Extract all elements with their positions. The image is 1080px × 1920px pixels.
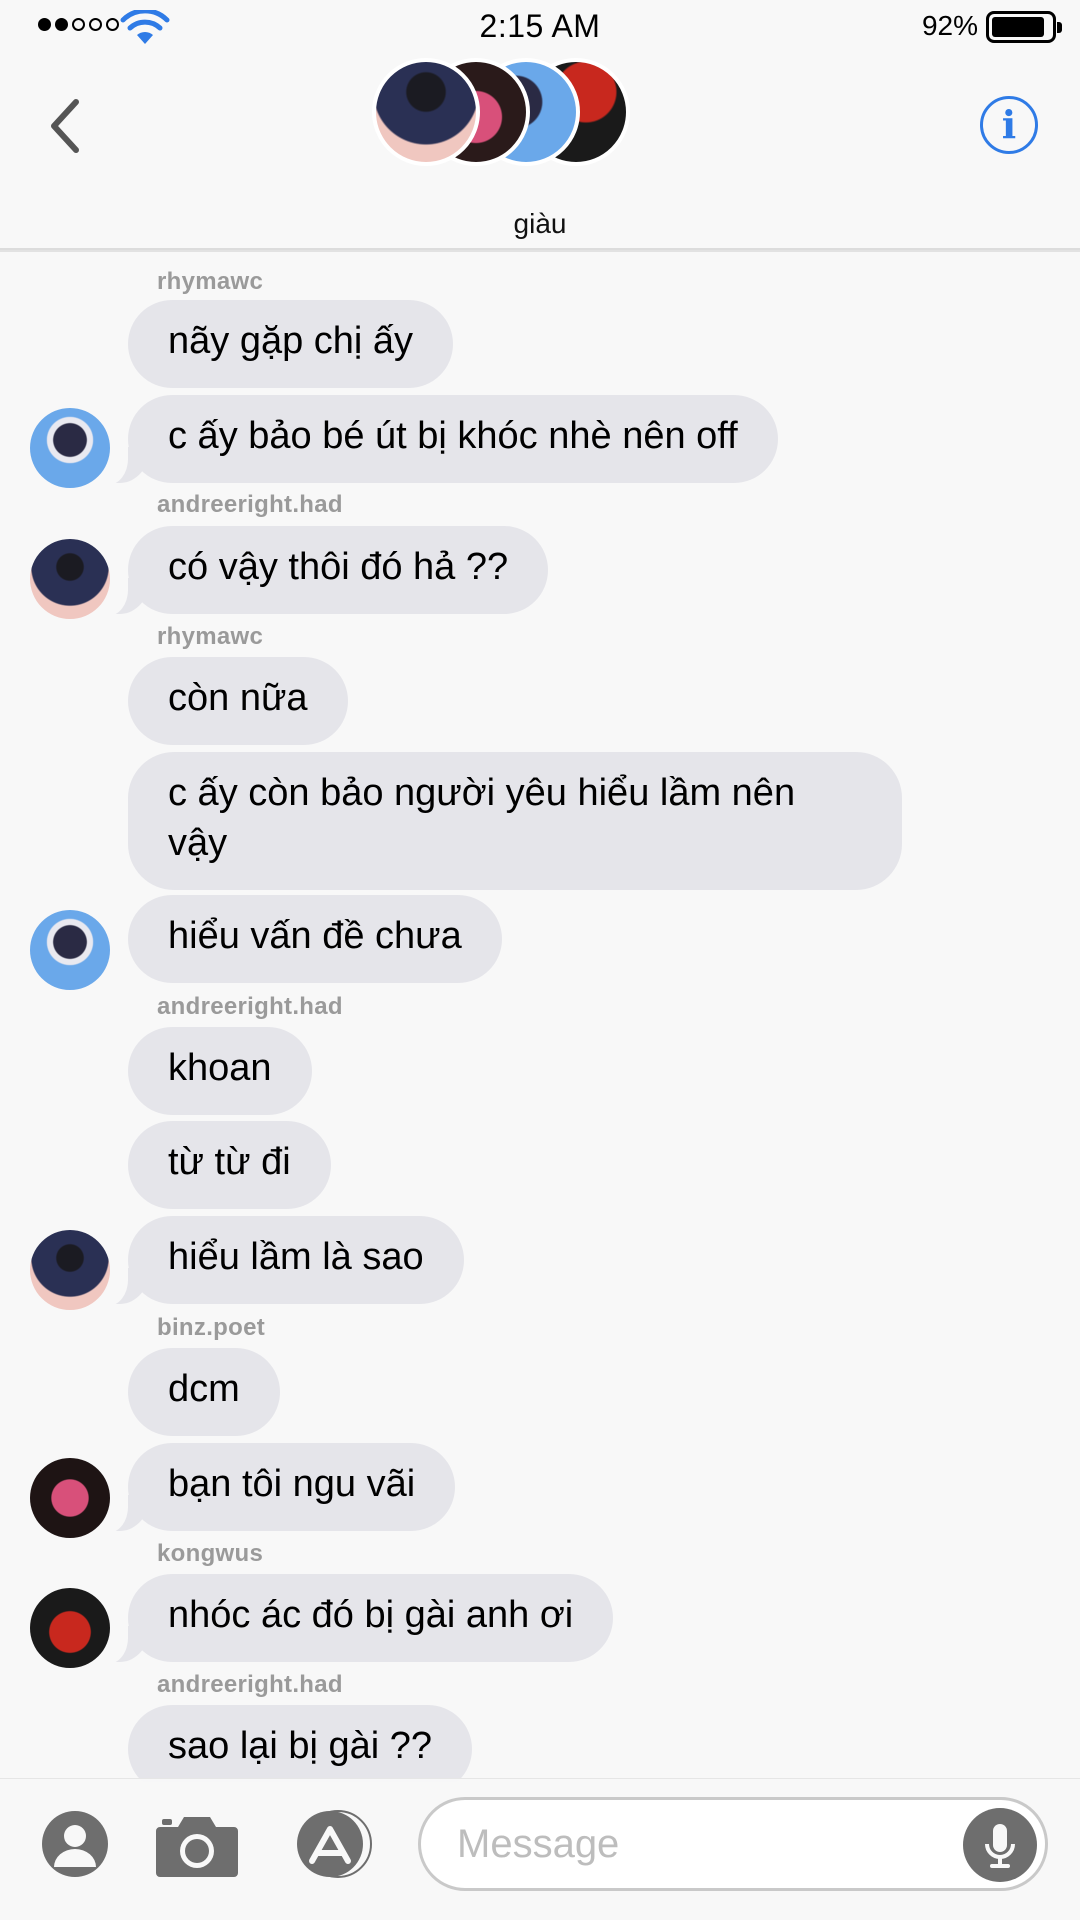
avatar-rhymawc[interactable] xyxy=(30,408,110,488)
camera-icon[interactable] xyxy=(154,1809,240,1879)
sender-name: rhymawc xyxy=(157,623,264,650)
sender-name: andreeright.had xyxy=(157,993,343,1020)
group-title[interactable]: giàu xyxy=(0,208,1080,240)
contact-icon[interactable] xyxy=(40,1809,110,1879)
divider xyxy=(0,250,1080,252)
message-bubble[interactable]: khoan xyxy=(128,1027,312,1115)
sender-name: kongwus xyxy=(157,1540,264,1567)
sender-name: rhymawc xyxy=(157,268,264,295)
app-store-icon[interactable] xyxy=(290,1809,380,1879)
avatar-rhymawc[interactable] xyxy=(30,910,110,990)
battery-icon xyxy=(986,11,1062,43)
info-icon[interactable]: i xyxy=(980,96,1038,154)
avatar-binz[interactable] xyxy=(30,1458,110,1538)
message-bubble[interactable]: có vậy thôi đó hả ?? xyxy=(101,526,549,616)
message-bubble[interactable]: dcm xyxy=(128,1348,280,1436)
status-time: 2:15 AM xyxy=(479,8,601,44)
microphone-button[interactable] xyxy=(963,1808,1037,1882)
sender-name: andreeright.had xyxy=(157,1671,343,1698)
message-bubble[interactable]: nãy gặp chị ấy xyxy=(128,300,454,388)
compose-bar xyxy=(0,1778,1080,1920)
message-bubble[interactable]: bạn tôi ngu vãi xyxy=(101,1443,456,1533)
status-bar: 2:15 AM 92% xyxy=(0,0,1080,54)
message-bubble[interactable]: nhóc ác đó bị gài anh ơi xyxy=(101,1574,614,1664)
message-bubble[interactable]: c ấy còn bảo người yêu hiểu lầm nên vậy xyxy=(128,752,902,890)
avatar-andreeright[interactable] xyxy=(30,539,110,619)
microphone-icon xyxy=(985,1824,1015,1868)
message-list[interactable]: rhymawc nãy gặp chị ấy c ấy bảo bé út bị… xyxy=(0,262,1080,1782)
message-bubble[interactable]: từ từ đi xyxy=(128,1121,331,1209)
battery-percentage: 92% xyxy=(921,10,978,41)
sender-name: binz.poet xyxy=(157,1314,266,1341)
message-bubble[interactable]: hiểu vấn đề chưa xyxy=(128,895,502,983)
message-input[interactable] xyxy=(457,1816,957,1872)
avatar-andreeright[interactable] xyxy=(30,1230,110,1310)
back-chevron-icon[interactable] xyxy=(44,94,84,158)
message-bubble[interactable]: sao lại bị gài ?? xyxy=(128,1705,473,1782)
message-bubble[interactable]: hiểu lầm là sao xyxy=(102,1216,464,1306)
message-bubble[interactable]: còn nữa xyxy=(128,657,348,745)
avatar-kongwus[interactable] xyxy=(30,1588,110,1668)
group-avatar-stack[interactable] xyxy=(372,58,632,170)
conversation-header: i giàu xyxy=(0,54,1080,252)
group-avatar-andree xyxy=(372,58,480,166)
message-field[interactable] xyxy=(418,1797,1048,1891)
message-bubble[interactable]: c ấy bảo bé út bị khóc nhè nên off xyxy=(102,395,778,485)
sender-name: andreeright.had xyxy=(157,491,343,518)
